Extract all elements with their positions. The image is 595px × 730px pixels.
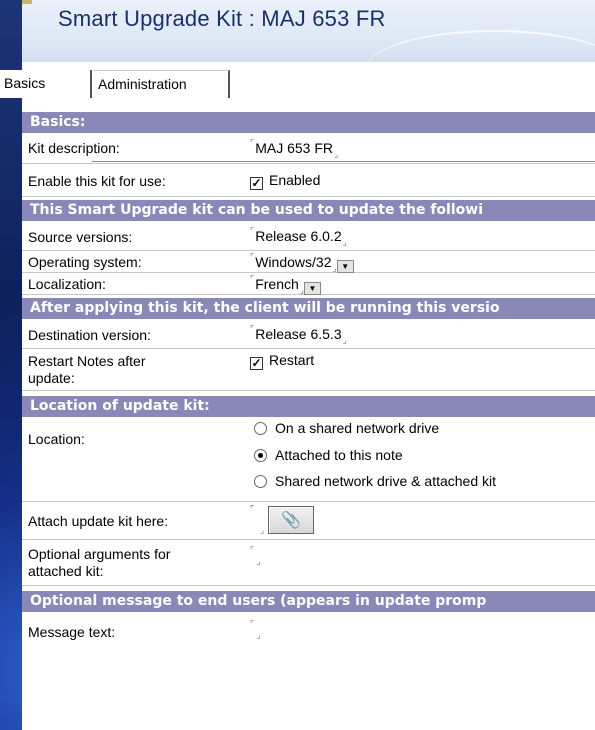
- attach-file-button[interactable]: 📎: [268, 506, 314, 534]
- checkmark-icon: ✓: [251, 356, 262, 370]
- destination-version-value: Release 6.5.3: [255, 326, 342, 342]
- row-restart-notes: Restart Notes after update: ✓ Restart: [22, 349, 595, 391]
- location-label: Location:: [28, 431, 85, 447]
- location-option-attached[interactable]: Attached to this note: [254, 447, 403, 463]
- option-shared-drive-label: On a shared network drive: [275, 420, 440, 436]
- radio-shared-and-attached[interactable]: [254, 475, 267, 488]
- restart-notes-label: Restart Notes after update:: [28, 353, 206, 387]
- corner-decoration-icon: [22, 0, 32, 4]
- option-both-label: Shared network drive & attached kit: [275, 473, 497, 489]
- message-text-label: Message text:: [28, 624, 116, 640]
- optional-arguments-label-line1: Optional arguments for: [28, 546, 171, 562]
- restart-checkbox-group: ✓ Restart: [250, 352, 314, 370]
- dropdown-arrow-icon[interactable]: ▼: [304, 282, 322, 295]
- restart-option-label: Restart: [269, 352, 315, 368]
- field-close-bracket-icon: ⌟: [260, 526, 265, 536]
- tab-basics[interactable]: Basics: [0, 70, 92, 98]
- destination-version-label: Destination version:: [28, 327, 151, 343]
- row-source-versions: Source versions: ⌜Release 6.0.2⌟: [22, 221, 595, 251]
- enable-kit-checkbox-group: ✓ Enabled: [250, 172, 320, 190]
- field-close-bracket-icon: ⌟: [256, 556, 261, 566]
- operating-system-value: Windows/32: [255, 254, 332, 270]
- row-optional-arguments: Optional arguments for attached kit: ⌜⌟: [22, 540, 595, 586]
- field-open-bracket-icon: ⌜: [250, 619, 255, 629]
- restart-notes-label-line2: update:: [28, 370, 75, 386]
- source-versions-field[interactable]: ⌜Release 6.0.2⌟: [250, 226, 347, 248]
- section-header-basics: Basics:: [22, 112, 595, 133]
- restart-notes-label-line1: Restart Notes after: [28, 353, 146, 369]
- checkmark-icon: ✓: [251, 176, 262, 190]
- restart-checkbox[interactable]: ✓: [250, 357, 263, 370]
- form-content: Basics: Kit description: ⌜MAJ 653 FR⌟ En…: [22, 112, 595, 652]
- tab-strip: Basics Administration: [0, 64, 595, 162]
- field-open-bracket-icon: ⌜: [250, 252, 255, 262]
- page-title: Smart Upgrade Kit : MAJ 653 FR: [58, 6, 386, 31]
- radio-shared-drive[interactable]: [254, 422, 267, 435]
- row-attach-kit: Attach update kit here: ⌜ ⌟ 📎: [22, 502, 595, 540]
- kit-description-label: Kit description:: [28, 140, 120, 156]
- source-versions-label: Source versions:: [28, 229, 133, 245]
- optional-arguments-label-line2: attached kit:: [28, 563, 104, 579]
- field-close-bracket-icon: ⌟: [334, 149, 339, 159]
- optional-arguments-field[interactable]: ⌜⌟: [250, 545, 260, 567]
- field-close-bracket-icon: ⌟: [256, 630, 261, 640]
- field-close-bracket-icon: ⌟: [342, 237, 347, 247]
- location-option-both[interactable]: Shared network drive & attached kit: [254, 473, 496, 489]
- field-open-bracket-icon: ⌜: [250, 505, 255, 515]
- localization-select[interactable]: ⌜French⌟ ▼: [250, 274, 322, 296]
- field-open-bracket-icon: ⌜: [250, 274, 255, 284]
- section-header-optional-message: Optional message to end users (appears i…: [22, 591, 595, 612]
- enabled-checkbox[interactable]: ✓: [250, 177, 263, 190]
- source-versions-value: Release 6.0.2: [255, 228, 342, 244]
- attach-kit-label: Attach update kit here:: [28, 513, 169, 529]
- row-destination-version: Destination version: ⌜Release 6.5.3⌟: [22, 319, 595, 349]
- section-header-update-following: This Smart Upgrade kit can be used to up…: [22, 200, 595, 221]
- section-header-location: Location of update kit:: [22, 396, 595, 417]
- row-enable-kit: Enable this kit for use: ✓ Enabled: [22, 164, 595, 197]
- section-header-client-version: After applying this kit, the client will…: [22, 298, 595, 319]
- row-localization: Localization: ⌜French⌟ ▼: [22, 273, 595, 295]
- message-text-field[interactable]: ⌜⌟: [250, 619, 260, 641]
- tab-administration[interactable]: Administration: [94, 70, 230, 98]
- kit-description-value: MAJ 653 FR: [255, 140, 334, 156]
- row-message-text: Message text: ⌜⌟: [22, 612, 595, 652]
- field-close-bracket-icon: ⌟: [342, 335, 347, 345]
- kit-description-field[interactable]: ⌜MAJ 653 FR⌟: [250, 138, 338, 160]
- enable-kit-label: Enable this kit for use:: [28, 173, 166, 189]
- option-attached-label: Attached to this note: [275, 447, 403, 463]
- localization-value: French: [255, 276, 299, 292]
- operating-system-label: Operating system:: [28, 254, 142, 270]
- row-location: Location: On a shared network drive Atta…: [22, 417, 595, 502]
- dropdown-arrow-icon[interactable]: ▼: [336, 260, 354, 273]
- form-header: Smart Upgrade Kit : MAJ 653 FR: [22, 0, 595, 62]
- row-operating-system: Operating system: ⌜Windows/32⌟ ▼: [22, 251, 595, 273]
- operating-system-select[interactable]: ⌜Windows/32⌟ ▼: [250, 252, 354, 274]
- row-kit-description: Kit description: ⌜MAJ 653 FR⌟: [22, 133, 595, 164]
- radio-attached[interactable]: [254, 449, 267, 462]
- destination-version-field[interactable]: ⌜Release 6.5.3⌟: [250, 324, 347, 346]
- localization-label: Localization:: [28, 276, 106, 292]
- field-open-bracket-icon: ⌜: [250, 226, 255, 236]
- field-open-bracket-icon: ⌜: [250, 138, 255, 148]
- field-open-bracket-icon: ⌜: [250, 324, 255, 334]
- location-option-shared-drive[interactable]: On a shared network drive: [254, 420, 439, 436]
- paperclip-attachment-icon: 📎: [281, 510, 301, 529]
- optional-arguments-label: Optional arguments for attached kit:: [28, 546, 206, 580]
- field-open-bracket-icon: ⌜: [250, 545, 255, 555]
- enabled-option-label: Enabled: [269, 172, 321, 188]
